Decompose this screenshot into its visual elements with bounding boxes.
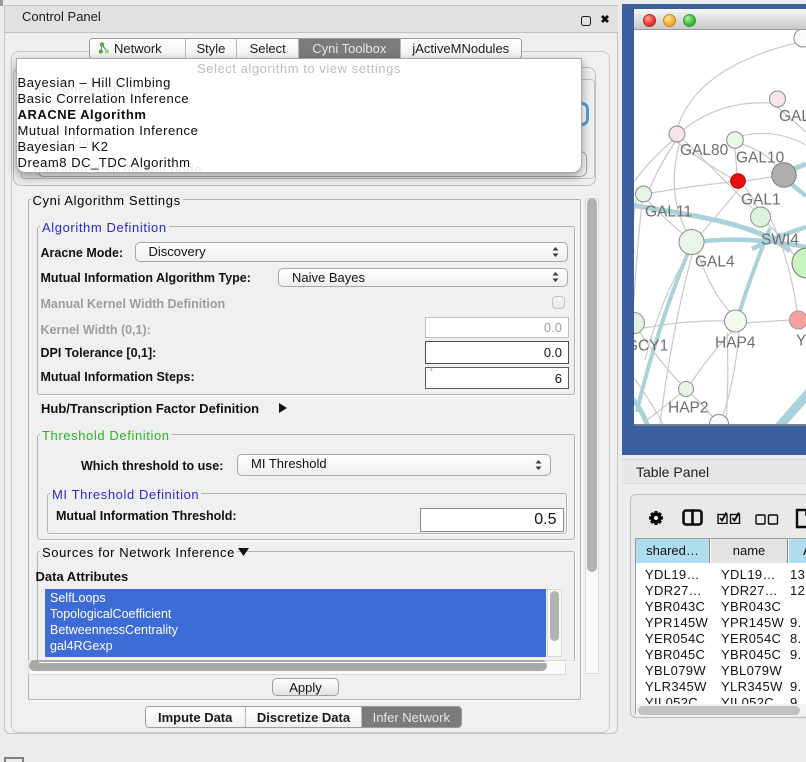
svg-text:Y: Y	[796, 333, 806, 350]
svg-text:GAL: GAL	[779, 108, 806, 125]
svg-text:HAP4: HAP4	[715, 335, 756, 352]
svg-text:HAP2: HAP2	[668, 400, 709, 417]
svg-text:GAL10: GAL10	[736, 150, 785, 167]
svg-text:GAL80: GAL80	[680, 142, 729, 159]
svg-text:SWI4: SWI4	[761, 232, 799, 249]
svg-text:GCY1: GCY1	[634, 338, 668, 355]
svg-text:GAL1: GAL1	[741, 192, 781, 209]
svg-text:GAL4: GAL4	[695, 254, 735, 271]
svg-text:GAL11: GAL11	[645, 204, 692, 221]
